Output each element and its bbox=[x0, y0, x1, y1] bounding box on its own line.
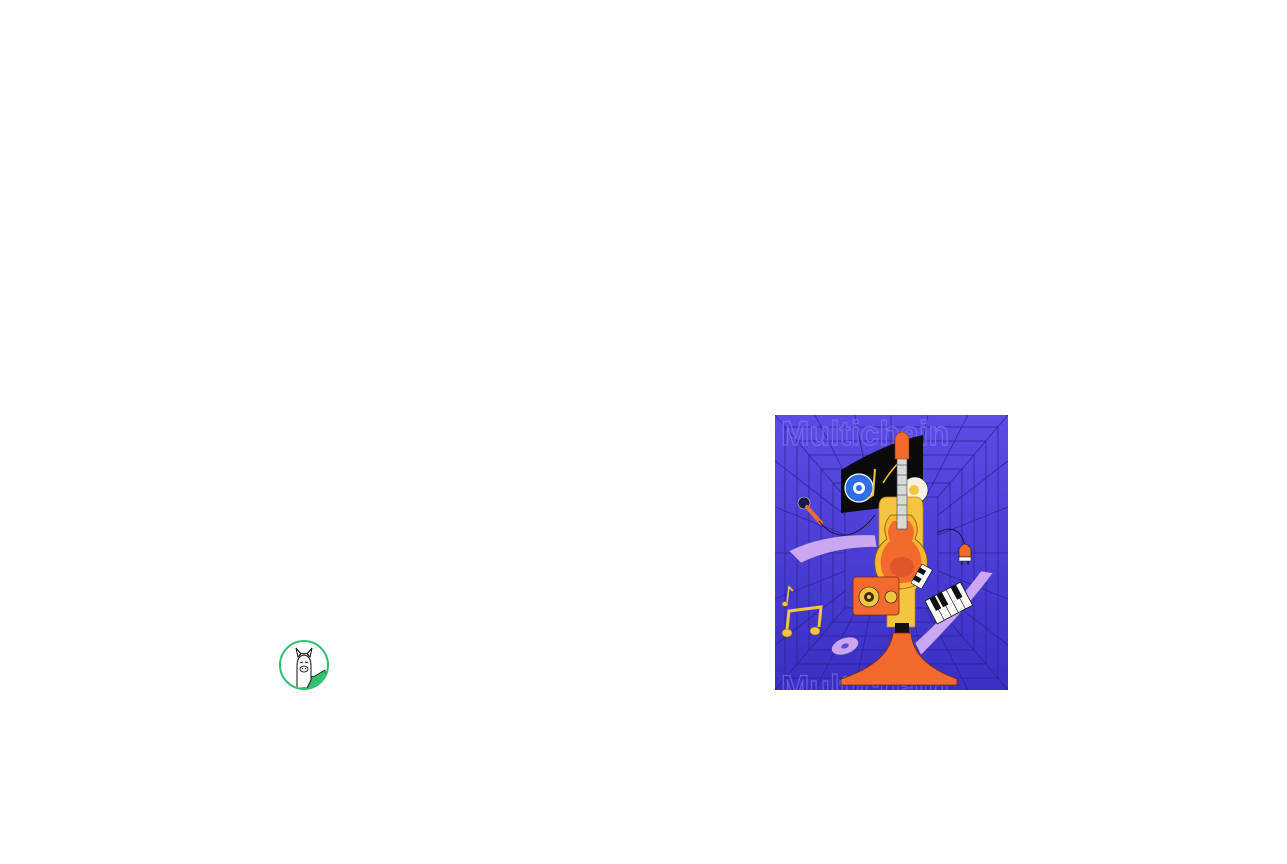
page: Multichain Multichain bbox=[0, 0, 1287, 864]
llama-icon bbox=[295, 647, 327, 688]
watermark-top: Multichain bbox=[781, 415, 949, 453]
music-collage-illustration: Multichain Multichain bbox=[775, 415, 1008, 690]
avatar[interactable] bbox=[279, 640, 329, 690]
music-collage-artwork: Multichain Multichain bbox=[775, 415, 1008, 690]
